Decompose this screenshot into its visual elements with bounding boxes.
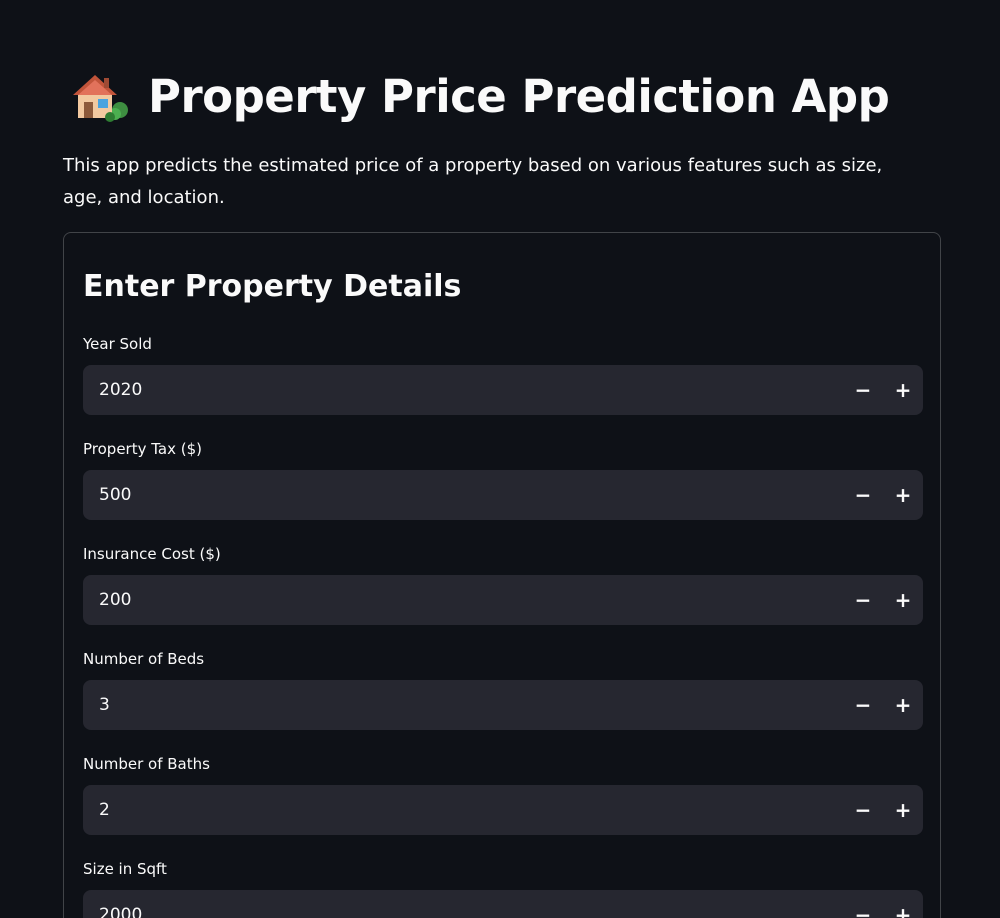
- field-label: Year Sold: [83, 335, 152, 353]
- field-label: Number of Baths: [83, 755, 210, 773]
- app-description: This app predicts the estimated price of…: [63, 155, 883, 208]
- size-sqft-input[interactable]: 2000 − +: [83, 890, 923, 918]
- property-tax-input[interactable]: 500 − +: [83, 470, 923, 520]
- decrement-button[interactable]: −: [843, 785, 883, 835]
- input-value[interactable]: 500: [83, 485, 843, 505]
- decrement-button[interactable]: −: [843, 470, 883, 520]
- field-label: Property Tax ($): [83, 440, 203, 458]
- increment-button[interactable]: +: [883, 365, 923, 415]
- decrement-button[interactable]: −: [843, 575, 883, 625]
- decrement-button[interactable]: −: [843, 890, 883, 918]
- increment-button[interactable]: +: [883, 785, 923, 835]
- number-of-baths-field: Number of Baths 2 − +: [83, 753, 923, 835]
- field-label: Size in Sqft: [83, 860, 167, 878]
- form-heading: Enter Property Details: [83, 269, 462, 304]
- number-of-beds-field: Number of Beds 3 − +: [83, 648, 923, 730]
- number-of-baths-input[interactable]: 2 − +: [83, 785, 923, 835]
- input-value[interactable]: 2000: [83, 905, 843, 918]
- title-row: Property Price Prediction App: [70, 66, 890, 126]
- increment-button[interactable]: +: [883, 680, 923, 730]
- field-label: Insurance Cost ($): [83, 545, 221, 563]
- increment-button[interactable]: +: [883, 470, 923, 520]
- size-sqft-field: Size in Sqft 2000 − +: [83, 858, 923, 918]
- decrement-button[interactable]: −: [843, 365, 883, 415]
- house-with-garden-icon: [70, 70, 130, 122]
- input-value[interactable]: 3: [83, 695, 843, 715]
- input-value[interactable]: 2: [83, 800, 843, 820]
- number-of-beds-input[interactable]: 3 − +: [83, 680, 923, 730]
- input-value[interactable]: 200: [83, 590, 843, 610]
- insurance-cost-field: Insurance Cost ($) 200 − +: [83, 543, 923, 625]
- decrement-button[interactable]: −: [843, 680, 883, 730]
- property-details-form: Enter Property Details Year Sold 2020 − …: [63, 232, 941, 918]
- property-tax-field: Property Tax ($) 500 − +: [83, 438, 923, 520]
- year-sold-input[interactable]: 2020 − +: [83, 365, 923, 415]
- insurance-cost-input[interactable]: 200 − +: [83, 575, 923, 625]
- year-sold-field: Year Sold 2020 − +: [83, 333, 923, 415]
- field-label: Number of Beds: [83, 650, 205, 668]
- increment-button[interactable]: +: [883, 890, 923, 918]
- page-title: Property Price Prediction App: [148, 69, 890, 123]
- input-value[interactable]: 2020: [83, 380, 843, 400]
- increment-button[interactable]: +: [883, 575, 923, 625]
- app-page: Property Price Prediction App This app p…: [0, 0, 1000, 918]
